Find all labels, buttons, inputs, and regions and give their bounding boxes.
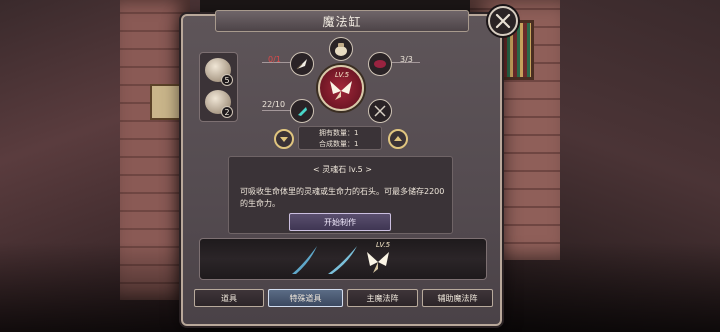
blue-blade-icon[interactable] — [326, 244, 360, 276]
material-count: 2 — [221, 106, 233, 118]
red-gem-icon — [374, 60, 386, 68]
tab-special-items[interactable]: 特殊道具 — [268, 289, 343, 307]
recipe-slot-gem[interactable] — [368, 52, 392, 76]
close-button[interactable] — [488, 6, 518, 36]
owned-row: 拥有数量：1 — [319, 128, 381, 139]
craft-count-value: 1 — [354, 140, 359, 148]
owned-value: 1 — [354, 129, 359, 137]
item-description: 可吸收生命体里的灵魂或生命力的石头。可最多储存2200的生命力。 — [240, 187, 445, 208]
material-count: 5 — [221, 74, 233, 86]
slot-count-crystal: 22/10 — [262, 100, 286, 109]
quantity-box: 拥有数量：1 合成数量：1 — [298, 126, 382, 150]
tab-items[interactable]: 道具 — [194, 289, 264, 307]
recipe-slot-feather[interactable] — [290, 52, 314, 76]
white-feather-icon — [296, 59, 307, 70]
craft-count-label: 合成数量： — [319, 140, 354, 148]
blue-blade-icon[interactable] — [290, 244, 320, 276]
craft-count-row: 合成数量：1 — [319, 139, 381, 150]
recipe-slot-crossed[interactable] — [368, 99, 392, 123]
bag-icon — [335, 43, 347, 56]
slot-count-gem: 3/3 — [400, 55, 413, 64]
chevron-down-icon — [280, 137, 288, 142]
result-level: LV.5 — [335, 71, 350, 79]
tab-main-magic-circle[interactable]: 主魔法阵 — [347, 289, 418, 307]
cyan-crystal-icon — [298, 107, 307, 116]
panel-title: 魔法缸 — [215, 10, 469, 32]
increase-count-button[interactable] — [388, 129, 408, 149]
item-name: < 灵魂石 lv.5 > — [313, 165, 373, 174]
recipe-slot-bag[interactable] — [329, 37, 353, 61]
tab-aux-magic-circle[interactable]: 辅助魔法阵 — [422, 289, 493, 307]
decrease-count-button[interactable] — [274, 129, 294, 149]
owned-label: 拥有数量： — [319, 129, 354, 137]
strip-item-level: LV.5 — [376, 241, 391, 249]
recipe-slot-crystal[interactable] — [290, 99, 314, 123]
slot-count-feather: 0/1 — [268, 55, 281, 64]
crossed-x-icon — [374, 105, 386, 117]
connector-line — [262, 110, 292, 111]
chevron-up-icon — [394, 136, 402, 141]
start-craft-button[interactable]: 开始制作 — [289, 213, 391, 231]
close-x-icon — [495, 13, 511, 29]
